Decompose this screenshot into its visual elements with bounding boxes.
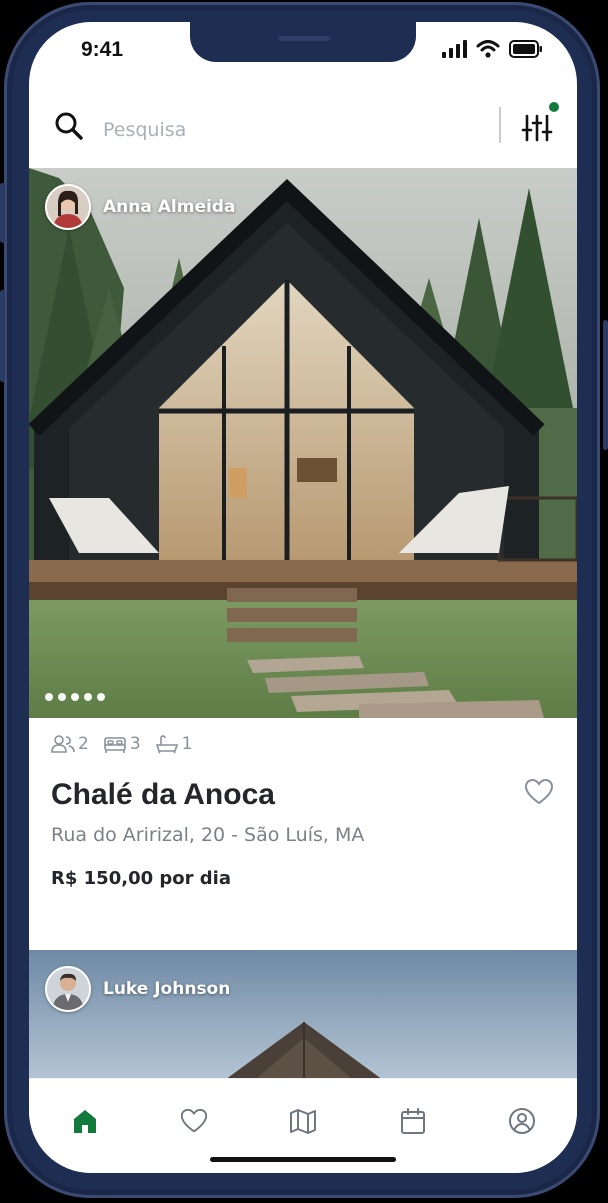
signal-icon — [442, 40, 467, 58]
profile-icon — [509, 1108, 535, 1134]
search-icon[interactable] — [53, 110, 85, 142]
guests-icon — [51, 735, 75, 753]
listing-title[interactable]: Chalé da Anoca — [51, 778, 275, 812]
tab-calendar[interactable] — [393, 1101, 433, 1141]
owner-name: Luke Johnson — [103, 979, 231, 999]
bed-icon — [104, 737, 126, 753]
heart-icon[interactable] — [523, 776, 555, 808]
side-button — [0, 183, 5, 243]
beds-amenity: 3 — [103, 734, 141, 754]
search-divider — [499, 107, 501, 143]
filter-icon[interactable] — [517, 108, 557, 148]
guests-count: 2 — [78, 734, 89, 754]
listing-price: R$ 150,00 por dia — [51, 868, 231, 889]
battery-icon — [509, 40, 542, 58]
tab-map[interactable] — [283, 1101, 323, 1141]
avatar[interactable] — [45, 966, 91, 1012]
tab-home[interactable] — [65, 1101, 105, 1141]
avatar-image — [47, 186, 89, 228]
side-button — [603, 320, 608, 450]
filter-badge — [549, 102, 559, 112]
photo-pagination — [45, 693, 105, 701]
pagination-dot[interactable] — [45, 693, 53, 701]
wifi-icon — [476, 40, 500, 58]
calendar-icon — [401, 1108, 425, 1134]
listing-card[interactable]: 2 3 1 Chalé da Anoca Rua do Aririzal, 20… — [29, 718, 577, 950]
beds-count: 3 — [129, 734, 141, 754]
search-input[interactable] — [101, 112, 465, 148]
owner-name: Anna Almeida — [103, 197, 236, 217]
search-bar — [29, 92, 577, 168]
baths-count: 1 — [181, 734, 193, 754]
heart-icon — [180, 1108, 208, 1133]
app-screen: 9:41 Pesquisa Anna Almeida 2 3 1 Chalé d… — [29, 22, 577, 1173]
amenities: 2 3 1 — [51, 734, 192, 754]
guests-amenity: 2 — [51, 734, 89, 754]
avatar-image — [47, 968, 89, 1010]
tab-favorites[interactable] — [174, 1101, 214, 1141]
pagination-dot[interactable] — [84, 693, 92, 701]
pagination-dot[interactable] — [97, 693, 105, 701]
notch — [190, 22, 416, 62]
listing-photo[interactable]: Anna Almeida — [29, 168, 577, 718]
bath-icon — [155, 735, 178, 754]
status-time: 9:41 — [81, 38, 124, 61]
tab-profile[interactable] — [502, 1101, 542, 1141]
owner-chip[interactable]: Luke Johnson — [45, 966, 230, 1012]
status-icons — [441, 40, 543, 58]
listing-address: Rua do Aririzal, 20 - São Luís, MA — [51, 824, 365, 846]
avatar[interactable] — [45, 184, 91, 230]
baths-amenity: 1 — [155, 734, 193, 754]
owner-chip[interactable]: Anna Almeida — [45, 184, 235, 230]
home-indicator — [210, 1157, 396, 1162]
pagination-dot[interactable] — [58, 693, 66, 701]
side-button — [0, 290, 5, 382]
cabin-photo — [29, 168, 577, 718]
map-icon — [290, 1109, 316, 1134]
home-icon — [74, 1110, 96, 1133]
pagination-dot[interactable] — [71, 693, 79, 701]
